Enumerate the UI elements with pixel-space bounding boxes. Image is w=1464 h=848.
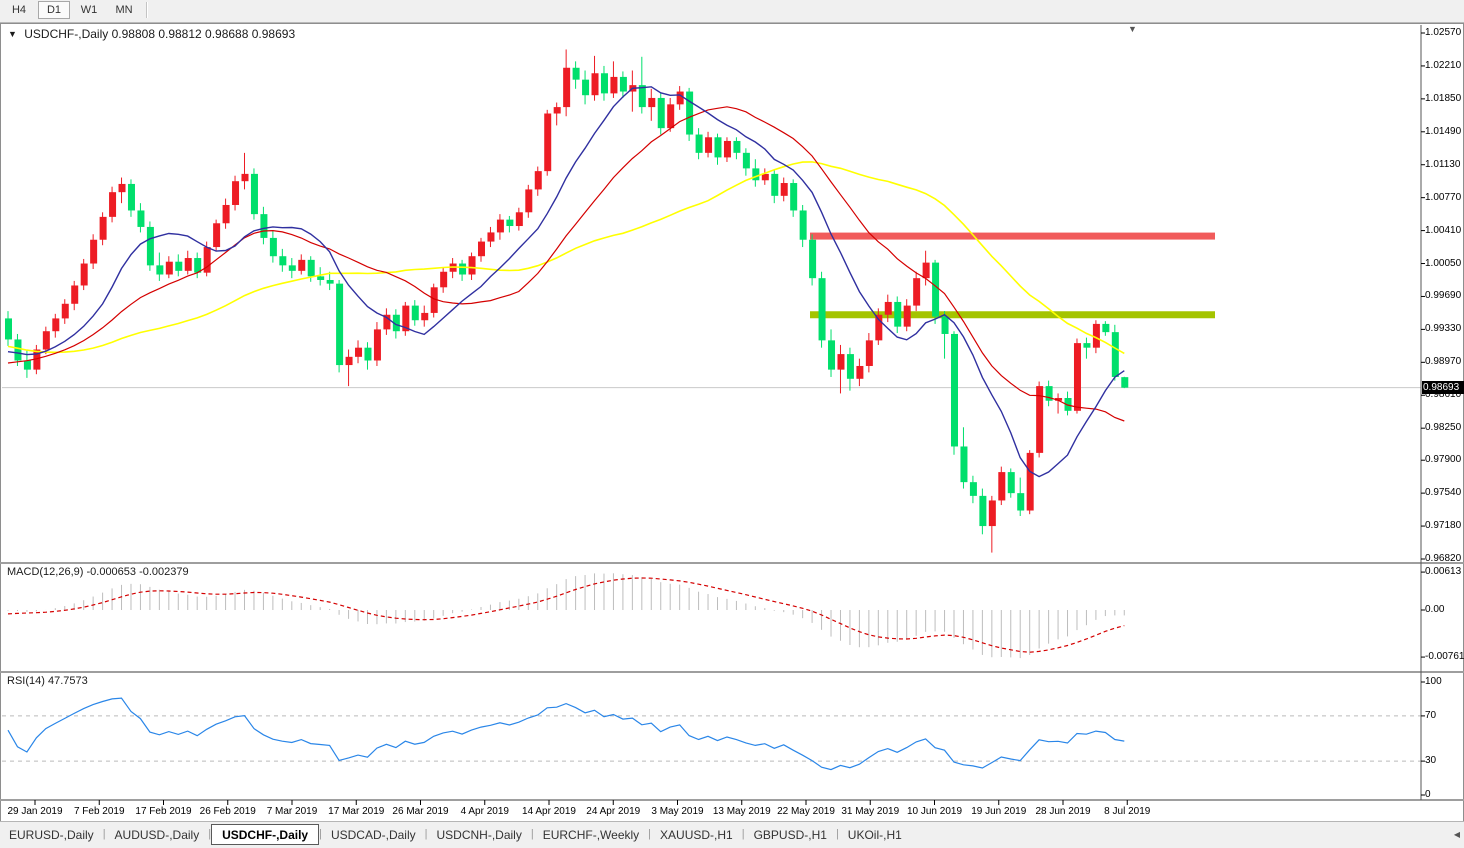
ma-slow-yellow (8, 162, 1124, 354)
macd-histogram (8, 573, 1124, 658)
rsi-line (8, 698, 1124, 770)
chart-plot[interactable] (0, 0, 1464, 848)
chart-symbol: USDCHF-,Daily (24, 27, 108, 41)
chart-tab-eurusd-daily[interactable]: EURUSD-,Daily (0, 824, 103, 845)
toolbar-separator (146, 2, 148, 18)
timeframe-button-w1[interactable]: W1 (73, 1, 105, 19)
timeframe-button-mn[interactable]: MN (108, 1, 140, 19)
chart-collapse-icon: ▼ (8, 29, 17, 39)
macd-indicator-label: MACD(12,26,9) -0.000653 -0.002379 (7, 566, 189, 578)
rsi-indicator-label: RSI(14) 47.7573 (7, 675, 88, 687)
chart-tabs-bar: ◀ EURUSD-,Daily|AUDUSD-,Daily|USDCHF-,Da… (0, 821, 1464, 848)
chart-tab-usdcad-daily[interactable]: USDCAD-,Daily (322, 824, 425, 845)
timeframe-button-d1[interactable]: D1 (38, 1, 70, 19)
chart-ohlc: 0.98808 0.98812 0.98688 0.98693 (112, 27, 296, 41)
chart-title: ▼ USDCHF-,Daily 0.98808 0.98812 0.98688 … (8, 27, 295, 41)
chart-tab-xauusd-h1[interactable]: XAUUSD-,H1 (651, 824, 742, 845)
tab-scroll-arrow-icon[interactable]: ◀ (1454, 830, 1460, 839)
chart-tab-usdchf-daily[interactable]: USDCHF-,Daily (211, 824, 319, 845)
resistance-line[interactable] (810, 233, 1215, 240)
chart-shift-icon: ▼ (1128, 24, 1137, 34)
chart-tab-eurchf-weekly[interactable]: EURCHF-,Weekly (534, 824, 648, 845)
timeframe-button-h4[interactable]: H4 (3, 1, 35, 19)
chart-tab-usdcnh-daily[interactable]: USDCNH-,Daily (428, 824, 531, 845)
chart-tab-ukoil-h1[interactable]: UKOil-,H1 (839, 824, 911, 845)
chart-tab-gbpusd-h1[interactable]: GBPUSD-,H1 (745, 824, 836, 845)
chart-tab-audusd-daily[interactable]: AUDUSD-,Daily (106, 824, 209, 845)
mt4-window: H4D1W1MN 1.025701.022101.018501.014901.0… (0, 0, 1464, 848)
support-line[interactable] (810, 311, 1215, 318)
current-price-label: 0.98693 (1422, 381, 1464, 394)
candlestick-series (5, 49, 1128, 552)
timeframe-toolbar: H4D1W1MN (0, 0, 1464, 23)
